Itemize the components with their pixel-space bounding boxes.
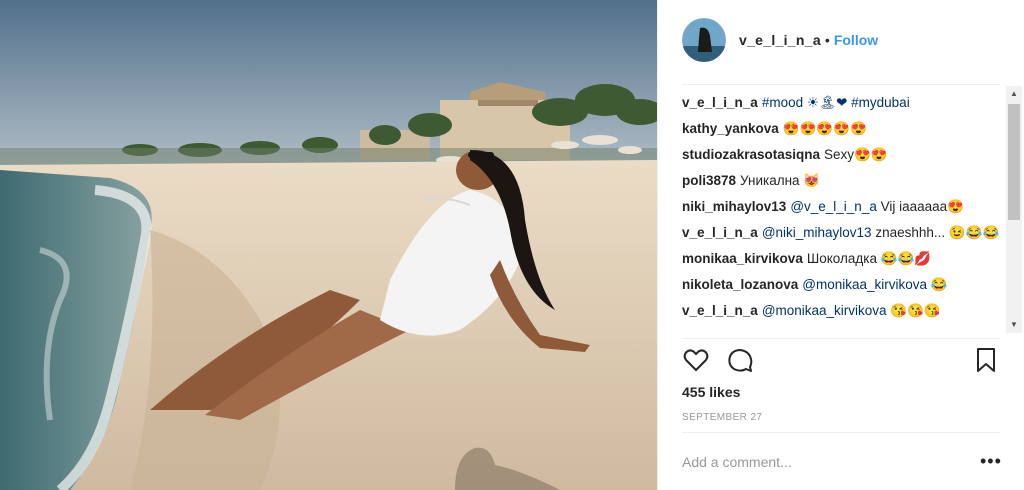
comment-icon[interactable] [726,346,754,374]
comment-username[interactable]: nikoleta_lozanova [682,277,798,292]
avatar[interactable] [682,18,726,62]
comment-item: monikaa_kirvikova Шоколадка 😂😂💋 [682,250,1000,268]
comment-hashtag[interactable]: #mood ☀🏝❤ [762,95,851,110]
post-actions [682,346,1000,376]
comment-username[interactable]: niki_mihaylov13 [682,199,786,214]
comment-caption: v_e_l_i_n_a #mood ☀🏝❤ #mydubai [682,94,1000,112]
comment-mention[interactable]: @v_e_l_i_n_a [790,199,877,214]
heart-icon[interactable] [682,346,710,374]
comment-text: Шоколадка 😂😂💋 [806,251,932,266]
comment-username[interactable]: studiozakrasotasiqna [682,147,820,162]
comment-hashtag[interactable]: #mydubai [851,95,910,110]
comment-text: Sexy😍😍 [824,147,888,162]
follow-button[interactable]: Follow [834,32,878,48]
scroll-down-arrow-icon[interactable]: ▼ [1006,317,1022,333]
scrollbar-thumb[interactable] [1008,104,1020,220]
comment-username[interactable]: v_e_l_i_n_a [682,95,758,110]
more-options-icon[interactable]: ••• [980,452,1002,470]
likes-count[interactable]: 455 likes [682,384,740,400]
comment-item: studiozakrasotasiqna Sexy😍😍 [682,146,1000,164]
actions-divider [682,432,1000,433]
comment-item: v_e_l_i_n_a @monikaa_kirvikova 😘😘😘 [682,302,1000,320]
post-photo[interactable] [0,0,657,490]
comments-list[interactable]: v_e_l_i_n_a #mood ☀🏝❤ #mydubai kathy_yank… [682,94,1000,330]
comments-scrollbar[interactable]: ▲ ▼ [1006,86,1022,333]
comment-item: niki_mihaylov13 @v_e_l_i_n_a Vij iaaaaaa😍 [682,198,1000,216]
comment-text: Vij iaaaaaa😍 [876,199,964,214]
comment-username[interactable]: kathy_yankova [682,121,779,136]
comment-item: kathy_yankova 😍😍😍😍😍 [682,120,1000,138]
comment-text: znaeshhh... 😉😂😂 [871,225,1000,240]
post-date: SEPTEMBER 27 [682,412,763,423]
comment-text: Уникална 😻 [740,173,821,188]
comment-username[interactable]: poli3878 [682,173,736,188]
header-username[interactable]: v_e_l_i_n_a [739,32,821,48]
beach-photo-illustration [0,0,657,490]
bookmark-icon[interactable] [972,346,1000,374]
comment-username[interactable]: monikaa_kirvikova [682,251,803,266]
post-sidebar: v_e_l_i_n_a • Follow v_e_l_i_n_a #mood ☀🏝… [657,0,1024,490]
header-divider [682,84,1000,85]
comment-text: 😘😘😘 [886,303,941,318]
header-separator: • [824,32,830,48]
comment-mention[interactable]: @monikaa_kirvikova [762,303,887,318]
comment-item: poli3878 Уникална 😻 [682,172,1000,190]
comments-divider [682,338,1000,339]
post-header: v_e_l_i_n_a • Follow [682,18,878,62]
comment-text: 😂 [927,277,948,292]
scroll-up-arrow-icon[interactable]: ▲ [1006,86,1022,102]
comment-username[interactable]: v_e_l_i_n_a [682,303,758,318]
comment-mention[interactable]: @monikaa_kirvikova [802,277,927,292]
comment-mention[interactable]: @niki_mihaylov13 [762,225,872,240]
comment-username[interactable]: v_e_l_i_n_a [682,225,758,240]
add-comment-input[interactable] [682,450,972,474]
comment-item: nikoleta_lozanova @monikaa_kirvikova 😂 [682,276,1000,294]
comment-item: v_e_l_i_n_a @niki_mihaylov13 znaeshhh... … [682,224,1000,242]
comment-text: 😍😍😍😍😍 [782,121,867,136]
